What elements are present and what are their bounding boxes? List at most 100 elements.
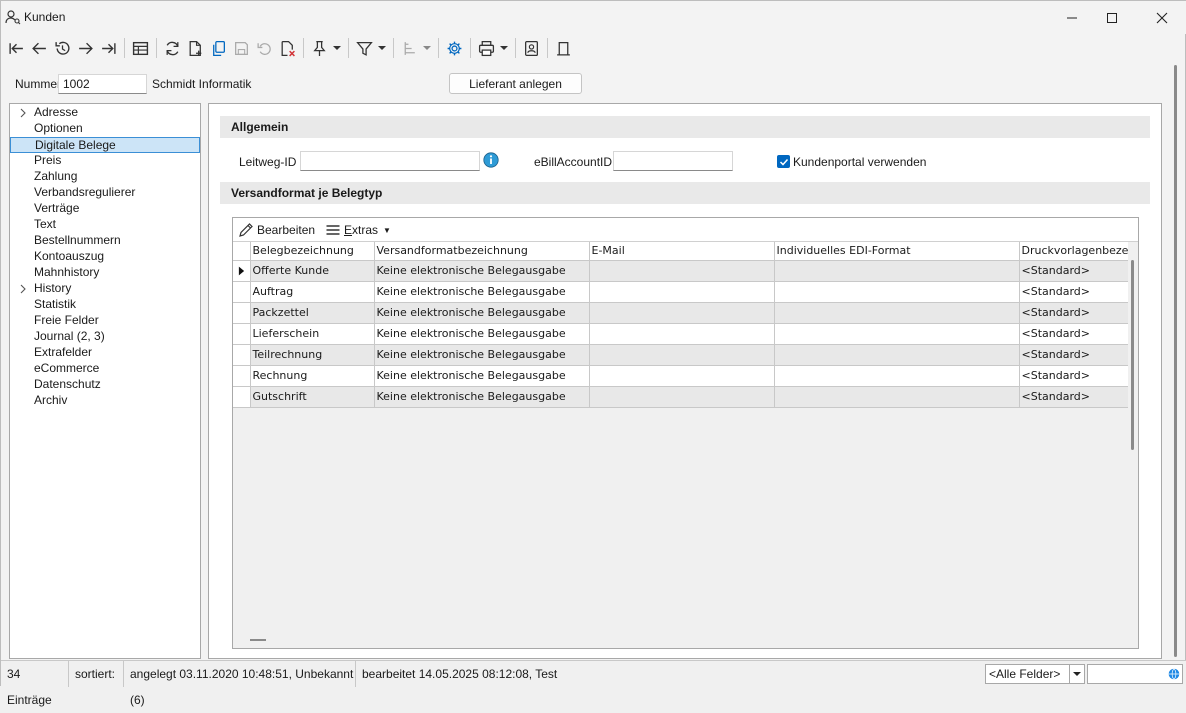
col-edi-format[interactable]: Individuelles EDI-Format: [774, 242, 1020, 261]
close-button[interactable]: [1139, 1, 1185, 34]
table-row[interactable]: Gutschrift Keine elektronische Belegausga…: [233, 386, 1131, 408]
layout-button[interactable]: [552, 37, 574, 59]
tree-item-preis[interactable]: Preis: [10, 153, 200, 169]
tree-item-freie-felder[interactable]: Freie Felder: [10, 313, 200, 329]
fields-combo[interactable]: <Alle Felder>: [985, 664, 1085, 684]
tree-item-extrafelder[interactable]: Extrafelder: [10, 345, 200, 361]
cell-email[interactable]: [589, 260, 775, 282]
tree-item-history[interactable]: History: [10, 281, 200, 297]
next-record-button[interactable]: [74, 37, 96, 59]
cell-druckvorlage[interactable]: <Standard>: [1019, 302, 1131, 324]
last-record-button[interactable]: [97, 37, 119, 59]
cell-email[interactable]: [589, 281, 775, 303]
pin-dropdown[interactable]: [331, 37, 343, 59]
cell-druckvorlage[interactable]: <Standard>: [1019, 281, 1131, 303]
chevron-right-icon[interactable]: [19, 284, 27, 294]
tree-item-datenschutz[interactable]: Datenschutz: [10, 377, 200, 393]
fields-combo-dropdown[interactable]: [1069, 665, 1084, 683]
cell-belegbezeichnung[interactable]: Gutschrift: [250, 386, 375, 408]
undo-button[interactable]: [253, 37, 275, 59]
table-row[interactable]: Offerte Kunde Keine elektronische Belegau…: [233, 260, 1131, 282]
search-input[interactable]: [1087, 664, 1183, 684]
cell-belegbezeichnung[interactable]: Packzettel: [250, 302, 375, 324]
scroll-thumb[interactable]: [1174, 65, 1177, 657]
tree-item-digitale-belege[interactable]: Digitale Belege: [10, 137, 200, 153]
tree-item-zahlung[interactable]: Zahlung: [10, 169, 200, 185]
cell-druckvorlage[interactable]: <Standard>: [1019, 386, 1131, 408]
cell-belegbezeichnung[interactable]: Auftrag: [250, 281, 375, 303]
maximize-button[interactable]: [1089, 1, 1135, 34]
tree-item-kontoauszug[interactable]: Kontoauszug: [10, 249, 200, 265]
table-row[interactable]: Rechnung Keine elektronische Belegausgabe…: [233, 365, 1131, 387]
cell-versandformat[interactable]: Keine elektronische Belegausgabe: [374, 260, 590, 282]
cell-versandformat[interactable]: Keine elektronische Belegausgabe: [374, 386, 590, 408]
cell-versandformat[interactable]: Keine elektronische Belegausgabe: [374, 344, 590, 366]
cell-versandformat[interactable]: Keine elektronische Belegausgabe: [374, 302, 590, 324]
cell-edi-format[interactable]: [774, 344, 1020, 366]
cell-belegbezeichnung[interactable]: Offerte Kunde: [250, 260, 375, 282]
grid-horizontal-scroll-thumb[interactable]: [250, 639, 266, 641]
cell-email[interactable]: [589, 386, 775, 408]
cell-email[interactable]: [589, 302, 775, 324]
tree-item-optionen[interactable]: Optionen: [10, 121, 200, 137]
cell-email[interactable]: [589, 323, 775, 345]
tree-item-ecommerce[interactable]: eCommerce: [10, 361, 200, 377]
cell-edi-format[interactable]: [774, 386, 1020, 408]
cell-versandformat[interactable]: Keine elektronische Belegausgabe: [374, 323, 590, 345]
lieferant-anlegen-button[interactable]: Lieferant anlegen: [449, 73, 582, 94]
delete-button[interactable]: [276, 37, 298, 59]
cell-edi-format[interactable]: [774, 260, 1020, 282]
leitweg-input[interactable]: [300, 151, 480, 171]
cell-edi-format[interactable]: [774, 365, 1020, 387]
tree-item-journal-2-3[interactable]: Journal (2, 3): [10, 329, 200, 345]
copy-button[interactable]: [207, 37, 229, 59]
print-button[interactable]: [475, 37, 497, 59]
col-druckvorlage[interactable]: Druckvorlagenbeze: [1019, 242, 1131, 261]
print-dropdown[interactable]: [498, 37, 510, 59]
table-view-button[interactable]: [129, 37, 151, 59]
table-row[interactable]: Packzettel Keine elektronische Belegausga…: [233, 302, 1131, 324]
contact-card-button[interactable]: [520, 37, 542, 59]
cell-email[interactable]: [589, 344, 775, 366]
ebill-input[interactable]: [613, 151, 733, 171]
filter-dropdown[interactable]: [376, 37, 388, 59]
scroll-thumb[interactable]: [1131, 260, 1134, 450]
new-document-button[interactable]: [184, 37, 206, 59]
previous-record-button[interactable]: [28, 37, 50, 59]
sort-dropdown[interactable]: [421, 37, 433, 59]
filter-button[interactable]: [353, 37, 375, 59]
table-row[interactable]: Auftrag Keine elektronische Belegausgabe <…: [233, 281, 1131, 303]
cell-edi-format[interactable]: [774, 323, 1020, 345]
cell-druckvorlage[interactable]: <Standard>: [1019, 365, 1131, 387]
info-icon[interactable]: [483, 152, 499, 168]
bearbeiten-button[interactable]: Bearbeiten: [238, 222, 315, 238]
cell-druckvorlage[interactable]: <Standard>: [1019, 260, 1131, 282]
cell-edi-format[interactable]: [774, 281, 1020, 303]
table-row[interactable]: Teilrechnung Keine elektronische Belegaus…: [233, 344, 1131, 366]
cell-versandformat[interactable]: Keine elektronische Belegausgabe: [374, 281, 590, 303]
globe-search-icon[interactable]: [1168, 668, 1180, 680]
pin-button[interactable]: [308, 37, 330, 59]
col-versandformatbezeichnung[interactable]: Versandformatbezeichnung: [374, 242, 590, 261]
cell-belegbezeichnung[interactable]: Rechnung: [250, 365, 375, 387]
cell-druckvorlage[interactable]: <Standard>: [1019, 344, 1131, 366]
tree-item-archiv[interactable]: Archiv: [10, 393, 200, 409]
kundenportal-checkbox[interactable]: [777, 155, 790, 168]
tree-item-statistik[interactable]: Statistik: [10, 297, 200, 313]
tree-item-mahnhistory[interactable]: Mahnhistory: [10, 265, 200, 281]
tree-item-text[interactable]: Text: [10, 217, 200, 233]
col-belegbezeichnung[interactable]: Belegbezeichnung: [250, 242, 375, 261]
tree-item-verbandsregulierer[interactable]: Verbandsregulierer: [10, 185, 200, 201]
chevron-right-icon[interactable]: [19, 108, 27, 118]
grid-vertical-scrollbar[interactable]: [1128, 242, 1138, 648]
save-button[interactable]: [230, 37, 252, 59]
cell-belegbezeichnung[interactable]: Lieferschein: [250, 323, 375, 345]
settings-button[interactable]: [443, 37, 465, 59]
first-record-button[interactable]: [5, 37, 27, 59]
cell-email[interactable]: [589, 365, 775, 387]
history-button[interactable]: [51, 37, 73, 59]
cell-druckvorlage[interactable]: <Standard>: [1019, 323, 1131, 345]
table-row[interactable]: Lieferschein Keine elektronische Belegaus…: [233, 323, 1131, 345]
cell-edi-format[interactable]: [774, 302, 1020, 324]
nummer-field[interactable]: 1002: [58, 74, 147, 94]
